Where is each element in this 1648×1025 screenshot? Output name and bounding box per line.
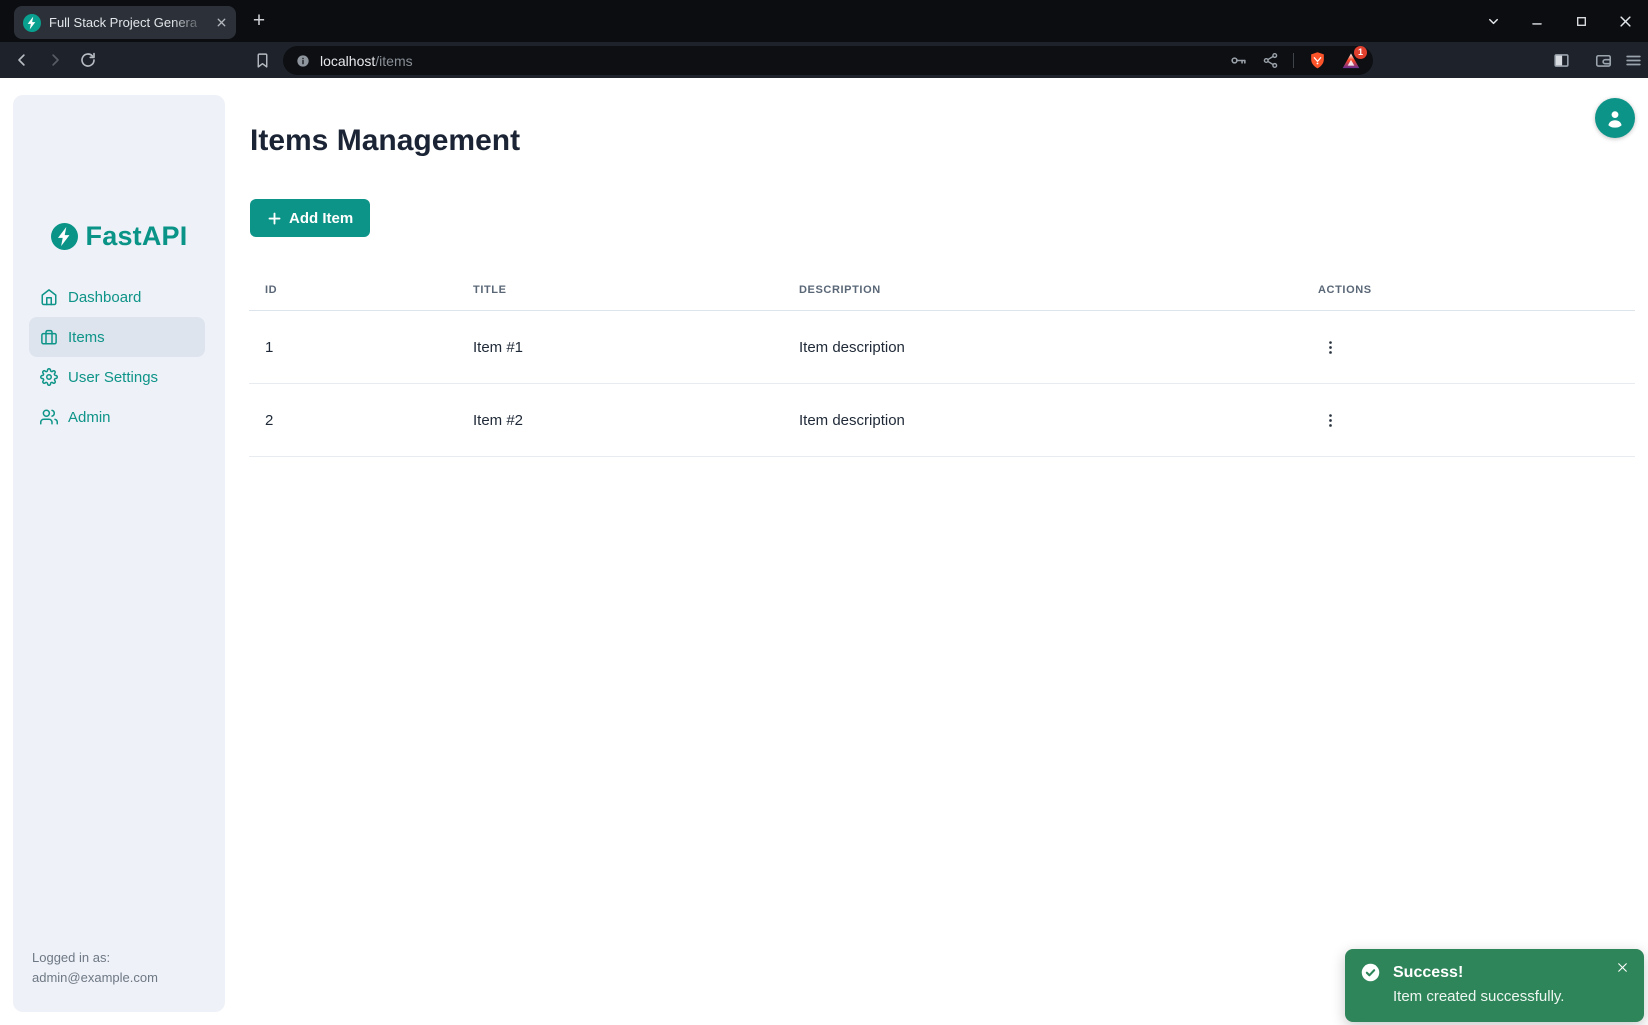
maximize-button[interactable] (1570, 10, 1592, 32)
check-circle-icon (1360, 962, 1381, 983)
row-actions-button[interactable] (1316, 333, 1344, 361)
sidebar-panel-icon[interactable] (1549, 48, 1573, 72)
password-key-icon[interactable] (1229, 51, 1248, 70)
sidebar-item-items[interactable]: Items (29, 317, 205, 357)
url-bar[interactable]: localhost/items 1 (283, 46, 1373, 75)
table-header-row: ID TITLE DESCRIPTION ACTIONS (249, 270, 1635, 311)
forward-button[interactable] (43, 48, 67, 72)
add-item-label: Add Item (289, 210, 353, 227)
toast-close-icon[interactable] (1612, 957, 1632, 977)
kebab-menu-icon (1322, 339, 1339, 356)
sidebar-item-label: Items (68, 329, 105, 346)
back-button[interactable] (10, 48, 34, 72)
brave-shields-icon[interactable] (1308, 51, 1327, 70)
column-header-actions: ACTIONS (1302, 284, 1635, 296)
page-title: Items Management (250, 124, 520, 158)
users-icon (40, 408, 58, 426)
logo-text: FastAPI (86, 221, 188, 252)
page-content (0, 78, 1648, 1025)
toolbar-divider (1293, 53, 1294, 68)
share-icon[interactable] (1262, 52, 1279, 69)
plus-icon (267, 211, 282, 226)
fastapi-favicon-icon (23, 14, 41, 32)
site-info-icon[interactable] (295, 53, 311, 69)
row-actions-button[interactable] (1316, 406, 1344, 434)
browser-tab[interactable]: Full Stack Project Genera (14, 6, 236, 39)
url-path: /items (375, 53, 412, 69)
column-header-title: TITLE (457, 284, 783, 296)
brave-rewards-icon[interactable]: 1 (1341, 51, 1361, 71)
sidebar-item-label: User Settings (68, 369, 158, 386)
url-host: localhost (320, 53, 375, 69)
success-toast: Success! Item created successfully. (1345, 949, 1644, 1022)
window-controls (1482, 0, 1648, 42)
rewards-notification-badge: 1 (1354, 46, 1367, 59)
tab-close-icon[interactable] (212, 14, 230, 32)
table-row: 1 Item #1 Item description (249, 311, 1635, 384)
browser-window: Full Stack Project Genera + (0, 0, 1648, 1025)
logged-in-label: Logged in as: (32, 948, 158, 968)
kebab-menu-icon (1322, 412, 1339, 429)
tab-title: Full Stack Project Genera (49, 15, 212, 30)
cell-id: 2 (249, 412, 457, 429)
column-header-id: ID (249, 284, 457, 296)
cell-id: 1 (249, 339, 457, 356)
bookmark-icon[interactable] (250, 48, 274, 72)
url-text: localhost/items (320, 53, 413, 69)
table-row: 2 Item #2 Item description (249, 384, 1635, 457)
reload-button[interactable] (76, 48, 100, 72)
sidebar-nav: Dashboard Items User Settings Admin (13, 277, 225, 437)
cell-description: Item description (783, 339, 1302, 356)
menu-hamburger-icon[interactable] (1621, 48, 1645, 72)
sidebar-item-user-settings[interactable]: User Settings (29, 357, 205, 397)
home-icon (40, 288, 58, 306)
logged-in-email: admin@example.com (32, 968, 158, 988)
new-tab-button[interactable]: + (246, 9, 272, 35)
wallet-icon[interactable] (1591, 48, 1615, 72)
toast-title: Success! (1393, 964, 1463, 982)
sidebar-item-label: Dashboard (68, 289, 141, 306)
tab-strip: Full Stack Project Genera + (0, 0, 1648, 42)
app-sidebar: FastAPI Dashboard Items User Settings Ad… (13, 95, 225, 1012)
cell-title: Item #2 (457, 412, 783, 429)
toast-message: Item created successfully. (1393, 988, 1564, 1005)
sidebar-item-admin[interactable]: Admin (29, 397, 205, 437)
fastapi-logo: FastAPI (13, 221, 225, 252)
user-avatar-button[interactable] (1595, 98, 1635, 138)
close-window-button[interactable] (1614, 10, 1636, 32)
items-table: ID TITLE DESCRIPTION ACTIONS 1 Item #1 I… (249, 270, 1635, 457)
add-item-button[interactable]: Add Item (250, 199, 370, 237)
fastapi-logo-icon (51, 223, 78, 250)
cell-title: Item #1 (457, 339, 783, 356)
briefcase-icon (40, 328, 58, 346)
sidebar-item-label: Admin (68, 409, 111, 426)
minimize-button[interactable] (1526, 10, 1548, 32)
column-header-description: DESCRIPTION (783, 284, 1302, 296)
cell-description: Item description (783, 412, 1302, 429)
logged-in-info: Logged in as: admin@example.com (32, 948, 158, 988)
sidebar-item-dashboard[interactable]: Dashboard (29, 277, 205, 317)
gear-icon (40, 368, 58, 386)
user-icon (1603, 106, 1627, 130)
tab-search-chevron-icon[interactable] (1482, 10, 1504, 32)
